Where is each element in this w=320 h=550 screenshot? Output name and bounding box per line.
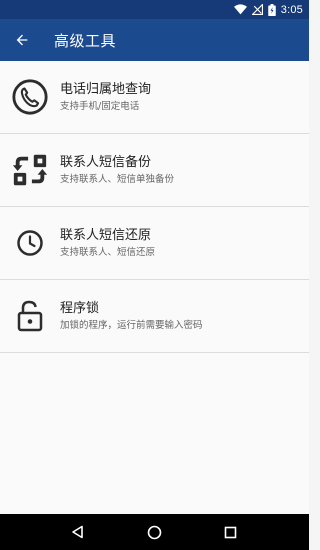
item-subtitle: 支持联系人、短信还原	[60, 246, 156, 258]
list-item-backup[interactable]: 联系人短信备份 支持联系人、短信单独备份	[0, 134, 309, 207]
list-item-phone-lookup[interactable]: 电话归属地查询 支持手机/固定电话	[0, 61, 309, 134]
clock-icon	[0, 207, 60, 280]
wifi-icon	[233, 4, 247, 15]
nav-home-icon	[147, 525, 162, 539]
page-title: 高级工具	[54, 31, 117, 50]
nav-recents-button[interactable]	[211, 514, 251, 550]
back-button[interactable]	[2, 19, 42, 61]
item-title: 联系人短信还原	[60, 227, 152, 243]
lock-open-icon	[0, 280, 60, 353]
nav-back-icon	[72, 525, 83, 539]
status-bar: 3:05	[0, 0, 309, 19]
app-bar: 高级工具	[0, 19, 309, 61]
item-subtitle: 加锁的程序，运行前需要输入密码	[60, 319, 203, 331]
list-item-app-lock[interactable]: 程序锁 加锁的程序，运行前需要输入密码	[0, 280, 309, 353]
item-title: 电话归属地查询	[60, 81, 152, 97]
navigation-bar	[0, 514, 309, 550]
nav-recents-icon	[225, 526, 237, 538]
status-time: 3:05	[280, 3, 303, 16]
item-subtitle: 支持手机/固定电话	[60, 100, 140, 112]
item-title: 联系人短信备份	[60, 154, 152, 170]
nav-back-button[interactable]	[58, 514, 98, 550]
item-subtitle: 支持联系人、短信单独备份	[60, 173, 175, 185]
backup-icon	[0, 134, 60, 207]
signal-icon	[251, 4, 263, 15]
nav-home-button[interactable]	[134, 514, 174, 550]
arrow-back-icon	[16, 34, 28, 46]
tool-list: 电话归属地查询 支持手机/固定电话 联系人短信备份 支持联系人、短信单独备份 联…	[0, 61, 309, 514]
item-title: 程序锁	[60, 300, 100, 316]
phone-icon	[0, 61, 60, 134]
battery-icon	[268, 3, 276, 16]
list-item-restore[interactable]: 联系人短信还原 支持联系人、短信还原	[0, 207, 309, 280]
